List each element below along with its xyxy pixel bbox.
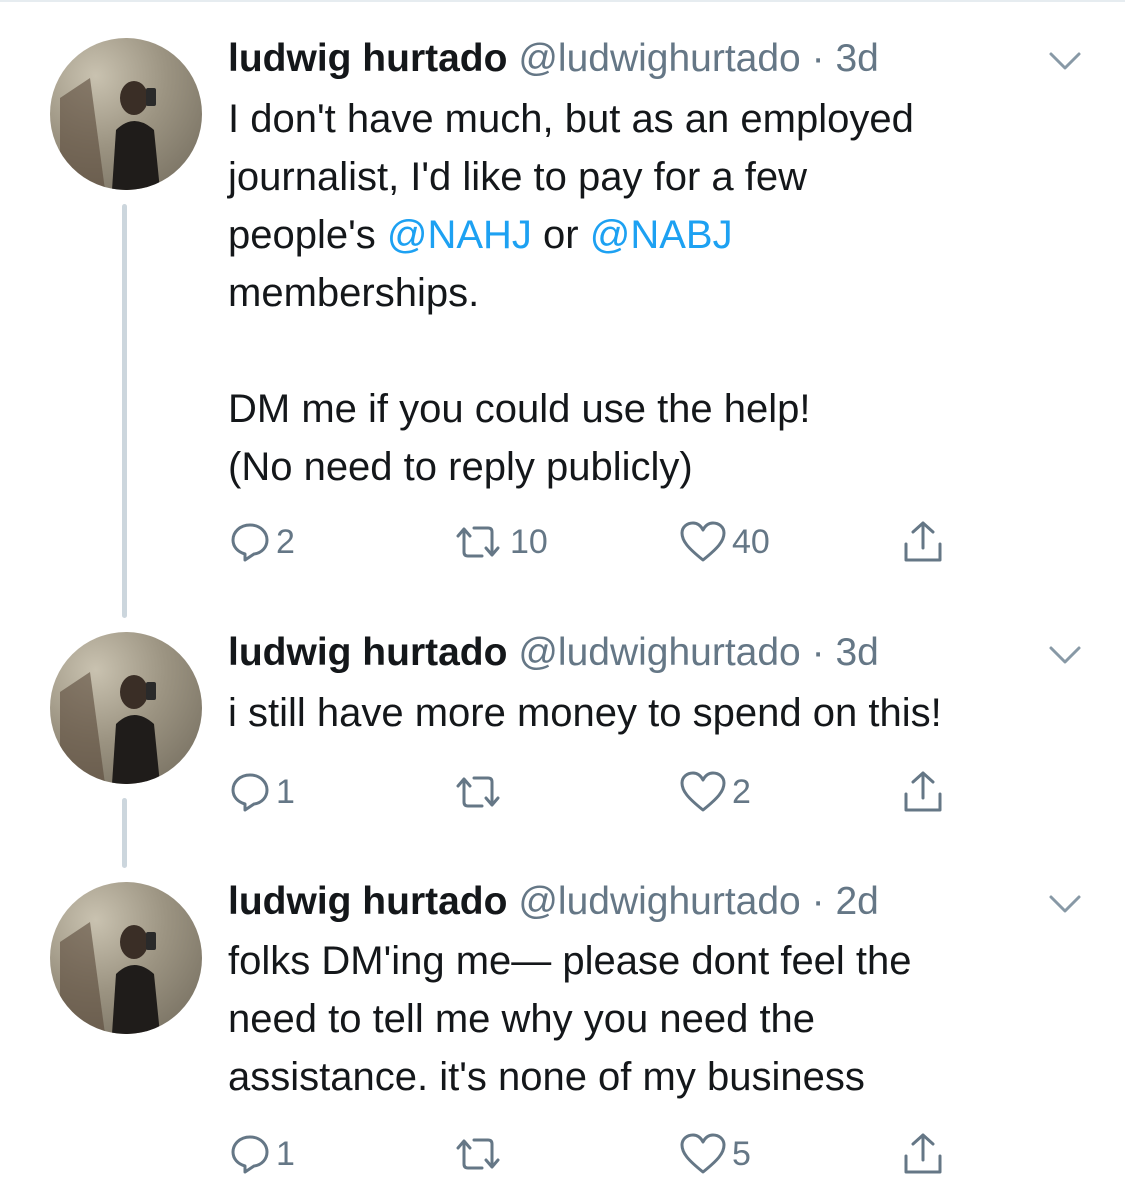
timestamp[interactable]: 3d — [835, 631, 878, 674]
retweet-icon — [450, 1132, 506, 1176]
handle[interactable]: @ludwighurtado — [518, 631, 800, 674]
handle[interactable]: @ludwighurtado — [518, 880, 800, 923]
text-segment: or — [531, 213, 590, 257]
tweet-text: i still have more money to spend on this… — [228, 691, 942, 735]
retweet-button[interactable] — [450, 1132, 510, 1176]
tweet-header: ludwig hurtado @ludwighurtado · 3d — [228, 630, 879, 676]
mention-link[interactable]: @NAHJ — [387, 213, 532, 257]
handle[interactable]: @ludwighurtado — [518, 37, 800, 80]
retweet-icon — [450, 770, 506, 814]
separator-dot: · — [811, 631, 825, 674]
like-count: 5 — [732, 1134, 751, 1173]
reply-button[interactable]: 1 — [228, 1132, 295, 1176]
share-button[interactable] — [898, 1132, 948, 1176]
top-divider — [0, 0, 1125, 2]
like-button[interactable]: 2 — [678, 770, 751, 814]
chevron-down-icon[interactable] — [1045, 46, 1085, 76]
action-bar: 2 10 40 — [228, 520, 988, 564]
timestamp[interactable]: 2d — [835, 880, 878, 923]
display-name[interactable]: ludwig hurtado — [228, 880, 507, 923]
like-icon — [678, 770, 728, 814]
retweet-button[interactable] — [450, 770, 510, 814]
retweet-button[interactable]: 10 — [450, 520, 548, 564]
retweet-icon — [450, 520, 506, 564]
like-count: 2 — [732, 772, 751, 811]
action-bar: 1 2 — [228, 770, 988, 814]
share-icon — [898, 520, 948, 564]
like-button[interactable]: 5 — [678, 1132, 751, 1176]
reply-icon — [228, 1132, 272, 1176]
avatar[interactable] — [50, 632, 202, 784]
thread-line — [122, 204, 127, 618]
tweet-header: ludwig hurtado @ludwighurtado · 2d — [228, 879, 879, 925]
share-icon — [898, 770, 948, 814]
separator-dot: · — [811, 880, 825, 923]
display-name[interactable]: ludwig hurtado — [228, 631, 507, 674]
avatar[interactable] — [50, 882, 202, 1034]
tweet-header: ludwig hurtado @ludwighurtado · 3d — [228, 36, 879, 82]
reply-icon — [228, 520, 272, 564]
avatar[interactable] — [50, 38, 202, 190]
reply-button[interactable]: 1 — [228, 770, 295, 814]
timestamp[interactable]: 3d — [835, 37, 878, 80]
reply-icon — [228, 770, 272, 814]
chevron-down-icon[interactable] — [1045, 889, 1085, 919]
share-button[interactable] — [898, 520, 948, 564]
share-icon — [898, 1132, 948, 1176]
thread-line — [122, 798, 127, 868]
separator-dot: · — [811, 37, 825, 80]
tweet-text: folks DM'ing me— please dont feel the ne… — [228, 939, 912, 1099]
like-count: 40 — [732, 522, 770, 561]
like-icon — [678, 520, 728, 564]
action-bar: 1 5 — [228, 1132, 988, 1176]
reply-count: 1 — [276, 1134, 295, 1173]
mention-link[interactable]: @NABJ — [590, 213, 733, 257]
reply-button[interactable]: 2 — [228, 520, 295, 564]
retweet-count: 10 — [510, 522, 548, 561]
like-button[interactable]: 40 — [678, 520, 770, 564]
like-icon — [678, 1132, 728, 1176]
chevron-down-icon[interactable] — [1045, 640, 1085, 670]
text-segment: memberships. DM me if you could use the … — [228, 271, 811, 489]
reply-count: 2 — [276, 522, 295, 561]
share-button[interactable] — [898, 770, 948, 814]
display-name[interactable]: ludwig hurtado — [228, 37, 507, 80]
reply-count: 1 — [276, 772, 295, 811]
tweet-text: I don't have much, but as an employed jo… — [228, 90, 1088, 496]
